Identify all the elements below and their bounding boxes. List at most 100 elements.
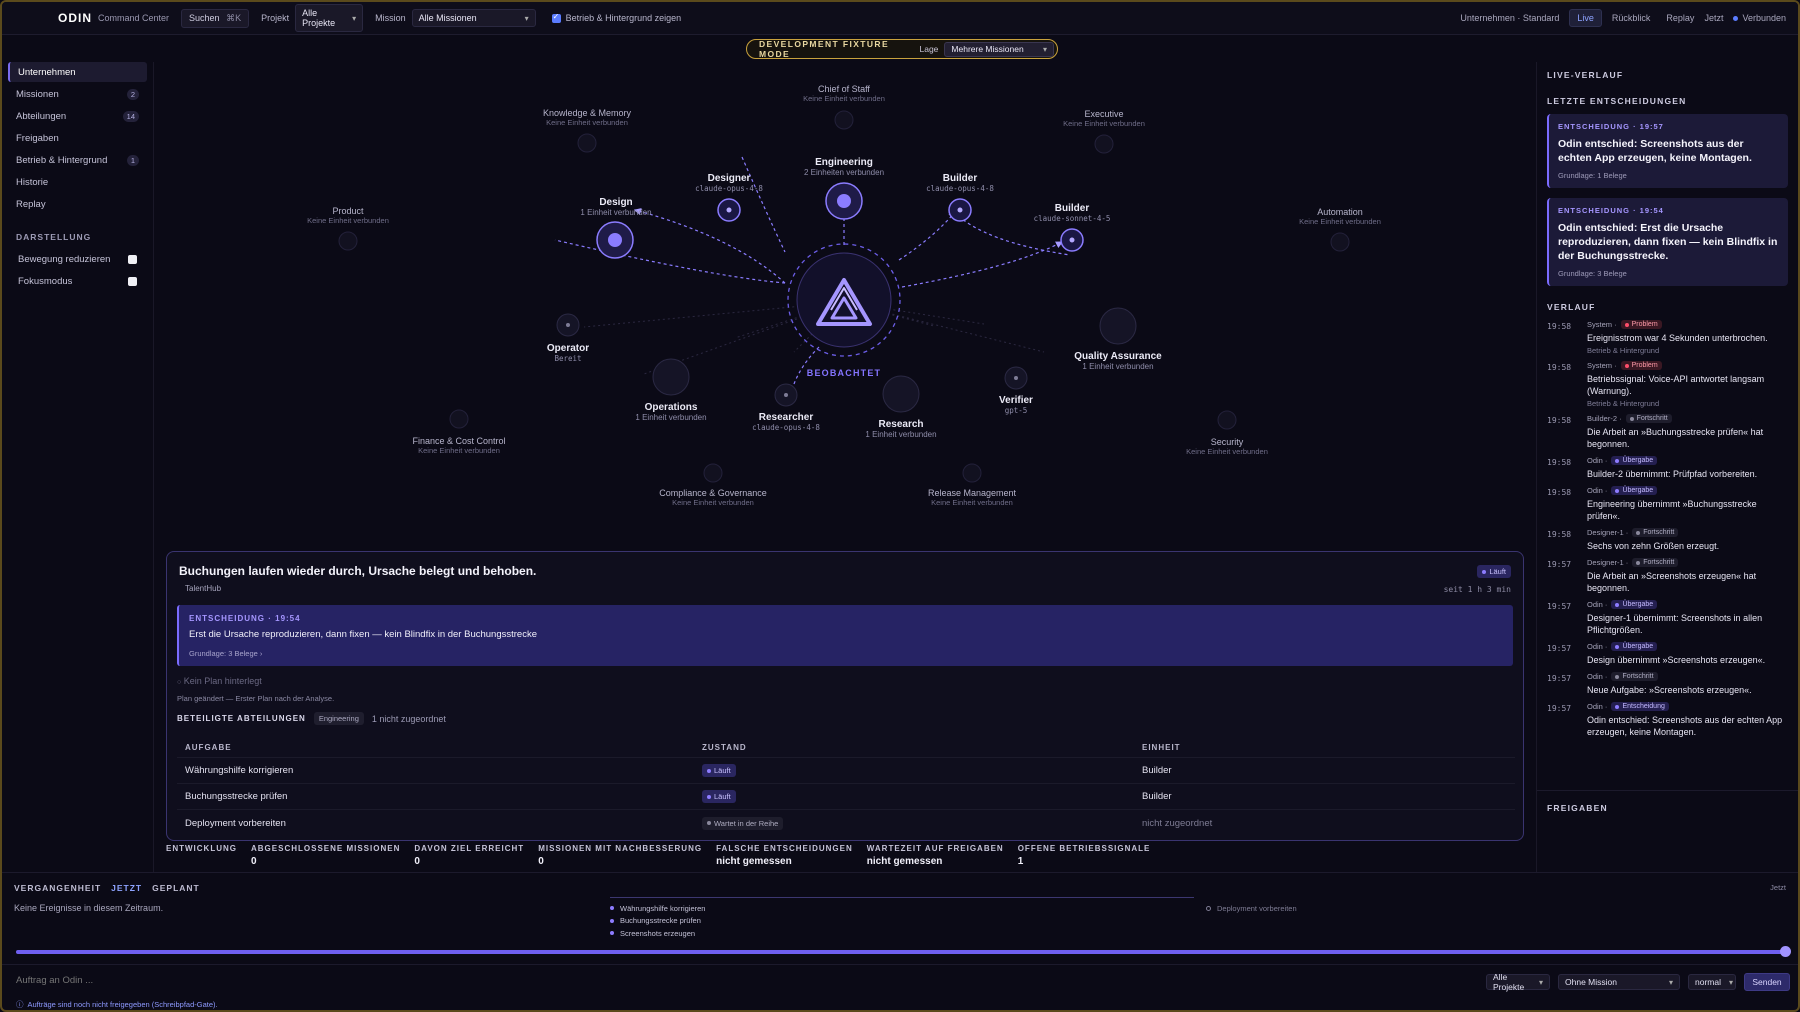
project-label: Projekt [261, 13, 290, 23]
sidebar-item-freigaben[interactable]: Freigaben [8, 128, 147, 148]
reduce-motion-checkbox[interactable] [128, 254, 137, 264]
lage-select[interactable]: Mehrere Missionen ▾ [944, 41, 1054, 57]
node-operations[interactable] [652, 358, 690, 396]
replay-button[interactable]: Replay [1666, 13, 1694, 23]
composer-priority-select[interactable]: normal ▾ [1688, 974, 1736, 990]
node-finance[interactable] [449, 409, 469, 429]
metric-rework: MISSIONEN MIT NACHBESSERUNG 0 [538, 844, 702, 867]
connection-status: Verbunden [1733, 13, 1786, 23]
table-header: AUFGABE ZUSTAND EINHEIT [177, 738, 1515, 758]
event-item[interactable]: 19:57 Odin · Übergabe Design übernimmt »Scr… [1547, 642, 1788, 666]
node-knowledge-memory[interactable] [577, 133, 597, 153]
project-select[interactable]: Alle Projekte ▾ [295, 4, 364, 32]
node-status: Keine Einheit verbunden [1186, 447, 1268, 456]
label-design: Design 1 Einheit verbunden [580, 197, 651, 217]
node-model: gpt-5 [1004, 406, 1028, 415]
node-name: Engineering [815, 157, 873, 168]
live-button[interactable]: Live [1569, 9, 1602, 27]
sidebar-item-historie[interactable]: Historie [8, 172, 147, 192]
timeline-scrubber-handle[interactable] [1780, 946, 1791, 957]
event-context: Betrieb & Hintergrund [1587, 346, 1660, 355]
event-list: 19:58 System · Problem Ereignisstrom war 4 … [1537, 320, 1798, 738]
event-item[interactable]: 19:58 Odin · Übergabe Engineering übernimmt… [1547, 486, 1788, 522]
event-item[interactable]: 19:58 Odin · Übergabe Builder-2 übernimmt: … [1547, 456, 1788, 480]
odin-center-node[interactable] [787, 243, 901, 357]
event-item[interactable]: 19:58 System · Problem Betriebssignal: Voic… [1547, 361, 1788, 408]
metric-label: WARTEZEIT AUF FREIGABEN [866, 844, 1004, 853]
review-button[interactable]: Rückblick [1612, 13, 1651, 23]
node-quality-assurance[interactable] [1099, 307, 1137, 345]
sidebar-item-unternehmen[interactable]: Unternehmen [8, 62, 147, 82]
timeline: VERGANGENHEIT JETZT GEPLANT Jetzt Keine … [2, 872, 1798, 964]
node-chief-of-staff[interactable] [834, 110, 854, 130]
event-source-row: Odin · Entscheidung [1587, 702, 1788, 711]
reduce-motion-toggle[interactable]: Bewegung reduzieren [18, 248, 137, 270]
mission-card[interactable]: Buchungen laufen wieder durch, Ursache b… [166, 551, 1524, 841]
mission-status-badge: Läuft [1477, 565, 1511, 578]
event-source-row: Odin · Übergabe [1587, 642, 1788, 651]
event-body: Odin · Übergabe Design übernimmt »Screensh… [1587, 642, 1788, 666]
search-button[interactable]: Suchen ⌘K [181, 8, 250, 28]
event-text: Die Arbeit an »Buchungsstrecke prüfen« h… [1587, 427, 1764, 449]
table-row[interactable]: Buchungsstrecke prüfen Läuft Builder [177, 784, 1515, 810]
composer-project-select[interactable]: Alle Projekte ▾ [1486, 972, 1550, 992]
table-row[interactable]: Währungshilfe korrigieren Läuft Builder [177, 758, 1515, 784]
command-input[interactable] [16, 975, 1476, 986]
decision-card[interactable]: ENTSCHEIDUNG · 19:54 Odin entschied: Ers… [1547, 198, 1788, 286]
metric-goal-reached: DAVON ZIEL ERREICHT 0 [414, 844, 524, 867]
sidebar-item-betrieb[interactable]: Betrieb & Hintergrund 1 [8, 150, 147, 170]
label-engineering: Engineering 2 Einheiten verbunden [804, 157, 884, 177]
decision-basis-link[interactable]: Grundlage: 3 Belege › [189, 649, 262, 658]
label-chief-of-staff: Chief of Staff Keine Einheit verbunden [803, 84, 885, 103]
event-item[interactable]: 19:57 Odin · Fortschritt Neue Aufgabe: »Scr… [1547, 672, 1788, 696]
node-status: Keine Einheit verbunden [931, 498, 1013, 507]
sidebar-item-replay[interactable]: Replay [8, 194, 147, 214]
event-item[interactable]: 19:58 System · Problem Ereignisstrom war 4 … [1547, 320, 1788, 355]
timeline-task[interactable]: Währungshilfe korrigieren [610, 902, 1194, 915]
event-item[interactable]: 19:57 Odin · Übergabe Designer-1 übernimmt:… [1547, 600, 1788, 636]
decision-heading: ENTSCHEIDUNG · 19:54 [189, 614, 301, 623]
approvals-section: FREIGABEN [1537, 790, 1798, 821]
composer-mission-select[interactable]: Ohne Mission ▾ [1558, 974, 1680, 990]
event-item[interactable]: 19:57 Odin · Entscheidung Odin entschied: S… [1547, 702, 1788, 738]
node-automation[interactable] [1330, 232, 1350, 252]
event-item[interactable]: 19:58 Builder-2 · Fortschritt Die Arbeit an… [1547, 414, 1788, 450]
approvals-heading: FREIGABEN [1547, 803, 1608, 813]
unassigned-count: 1 nicht zugeordnet [371, 713, 446, 724]
event-source: Odin · [1587, 642, 1608, 651]
timeline-task[interactable]: Buchungsstrecke prüfen [610, 915, 1194, 928]
table-row[interactable]: Deployment vorbereiten Wartet in der Rei… [177, 810, 1515, 836]
event-item[interactable]: 19:57 Designer-1 · Fortschritt Die Arbeit a… [1547, 558, 1788, 594]
node-compliance[interactable] [703, 463, 723, 483]
metric-value: 1 [1017, 856, 1024, 867]
send-button[interactable]: Senden [1744, 973, 1790, 991]
decision-card[interactable]: ENTSCHEIDUNG · 19:57 Odin entschied: Scr… [1547, 114, 1788, 188]
department-chip[interactable]: Engineering [313, 712, 364, 725]
background-checkbox[interactable] [551, 12, 561, 23]
tab-past[interactable]: VERGANGENHEIT [14, 883, 101, 893]
sidebar-item-abteilungen[interactable]: Abteilungen 14 [8, 106, 147, 126]
now-button[interactable]: Jetzt [1704, 13, 1723, 23]
timeline-scrubber-track[interactable] [16, 950, 1786, 954]
tab-planned[interactable]: GEPLANT [152, 883, 200, 893]
event-item[interactable]: 19:58 Designer-1 · Fortschritt Sechs von ze… [1547, 528, 1788, 552]
mission-label: Mission [375, 13, 406, 23]
label-knowledge-memory: Knowledge & Memory Keine Einheit verbunde… [543, 108, 631, 127]
node-research[interactable] [882, 375, 920, 413]
timeline-task[interactable]: Screenshots erzeugen [610, 927, 1194, 940]
node-release-management[interactable] [962, 463, 982, 483]
focus-mode-toggle[interactable]: Fokusmodus [18, 270, 137, 292]
tab-now[interactable]: JETZT [111, 883, 142, 893]
chevron-down-icon: ▾ [1668, 977, 1673, 987]
lage-label: Lage [919, 44, 939, 54]
mission-select[interactable]: Alle Missionen ▾ [411, 9, 536, 27]
node-executive[interactable] [1094, 134, 1114, 154]
node-product[interactable] [338, 231, 358, 251]
metric-development: ENTWICKLUNG [166, 844, 237, 867]
timeline-planned-task[interactable]: Deployment vorbereiten [1206, 902, 1297, 915]
sidebar-item-missionen[interactable]: Missionen 2 [8, 84, 147, 104]
node-status: Bereit [554, 354, 582, 363]
event-text: Builder-2 übernimmt: Prüfpfad vorbereite… [1587, 469, 1758, 479]
node-security[interactable] [1217, 410, 1237, 430]
focus-mode-checkbox[interactable] [128, 276, 137, 286]
